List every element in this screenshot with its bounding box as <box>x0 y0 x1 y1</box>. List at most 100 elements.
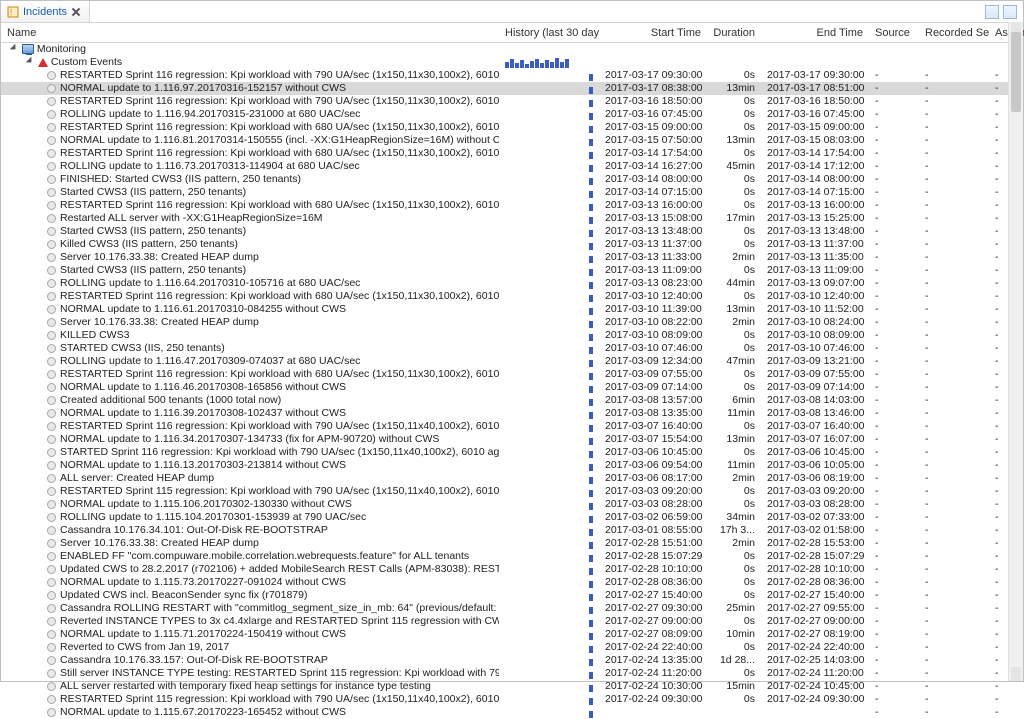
bulb-icon <box>47 539 56 548</box>
table-row[interactable]: Updated CWS to 28.2.2017 (r702106) + add… <box>1 563 1023 576</box>
table-row[interactable]: RESTARTED Sprint 116 regression: Kpi wor… <box>1 199 1023 212</box>
table-row[interactable]: NORMAL update to 1.116.46.20170308-16585… <box>1 381 1023 394</box>
sparkline-icon <box>505 95 593 107</box>
table-row[interactable]: ROLLING update to 1.116.64.20170310-1057… <box>1 277 1023 290</box>
table-row[interactable]: NORMAL update to 1.116.97.20170316-15215… <box>1 82 1023 95</box>
table-row[interactable]: Reverted INSTANCE TYPES to 3x c4.4xlarge… <box>1 615 1023 628</box>
table-row[interactable]: RESTARTED Sprint 116 regression: Kpi wor… <box>1 121 1023 134</box>
bulb-icon <box>47 396 56 405</box>
bulb-icon <box>47 175 56 184</box>
bulb-icon <box>47 526 56 535</box>
event-name: NORMAL update to 1.116.97.20170316-15215… <box>60 82 346 94</box>
table-row[interactable]: Server 10.176.33.38: Created HEAP dump20… <box>1 537 1023 550</box>
sparkline-icon <box>505 212 593 224</box>
table-row[interactable]: NORMAL update to 1.116.81.20170314-15055… <box>1 134 1023 147</box>
table-row[interactable]: RESTARTED Sprint 116 regression: Kpi wor… <box>1 368 1023 381</box>
table-row[interactable]: NORMAL update to 1.115.73.20170227-09102… <box>1 576 1023 589</box>
table-row[interactable]: Cassandra 10.176.34.101: Out-Of-Disk RE-… <box>1 524 1023 537</box>
sparkline-icon <box>505 485 593 497</box>
sparkline-icon <box>505 576 593 588</box>
table-row[interactable]: RESTARTED Sprint 115 regression: Kpi wor… <box>1 693 1023 706</box>
table-row[interactable]: Still server INSTANCE TYPE testing: REST… <box>1 667 1023 680</box>
sparkline-icon <box>505 459 593 471</box>
table-row[interactable]: Restarted ALL server with -XX:G1HeapRegi… <box>1 212 1023 225</box>
table-row[interactable]: KILLED CWS32017-03-10 08:09:000s2017-03-… <box>1 329 1023 342</box>
tree-custom-events[interactable]: Custom Events <box>1 56 1023 69</box>
bulb-icon <box>47 552 56 561</box>
table-row[interactable]: ENABLED FF "com.compuware.mobile.correla… <box>1 550 1023 563</box>
table-row[interactable]: RESTARTED Sprint 116 regression: Kpi wor… <box>1 147 1023 160</box>
header-name[interactable]: Name <box>1 27 499 39</box>
table-row[interactable]: RESTARTED Sprint 115 regression: Kpi wor… <box>1 485 1023 498</box>
table-row[interactable]: ALL server: Created HEAP dump2017-03-06 … <box>1 472 1023 485</box>
table-row[interactable]: NORMAL update to 1.115.106.20170302-1303… <box>1 498 1023 511</box>
toolbar-button-2[interactable] <box>1003 5 1017 19</box>
header-history[interactable]: History (last 30 days) <box>499 27 599 39</box>
table-row[interactable]: STARTED Sprint 116 regression: Kpi workl… <box>1 446 1023 459</box>
bulb-icon <box>47 292 56 301</box>
bulb-icon <box>47 227 56 236</box>
table-row[interactable]: Created additional 500 tenants (1000 tot… <box>1 394 1023 407</box>
scroll-down-icon[interactable] <box>1011 667 1021 681</box>
table-row[interactable]: Killed CWS3 (IIS pattern, 250 tenants)20… <box>1 238 1023 251</box>
bulb-icon <box>47 656 56 665</box>
table-row[interactable]: NORMAL update to 1.116.39.20170308-10243… <box>1 407 1023 420</box>
table-row[interactable]: Cassandra 10.176.33.157: Out-Of-Disk RE-… <box>1 654 1023 667</box>
table-row[interactable]: ROLLING update to 1.116.94.20170315-2310… <box>1 108 1023 121</box>
table-row[interactable]: Started CWS3 (IIS pattern, 250 tenants)2… <box>1 264 1023 277</box>
chevron-down-icon[interactable] <box>27 56 36 65</box>
event-name: ROLLING update to 1.116.47.20170309-0740… <box>60 355 360 367</box>
table-row[interactable]: NORMAL update to 1.115.67.20170223-16545… <box>1 706 1023 719</box>
sparkline-icon <box>505 264 593 276</box>
tabbar: ! Incidents <box>1 1 1023 23</box>
sparkline-icon <box>505 225 593 237</box>
bulb-icon <box>47 136 56 145</box>
table-row[interactable]: NORMAL update to 1.115.71.20170224-15041… <box>1 628 1023 641</box>
sparkline-icon <box>505 472 593 484</box>
sparkline-icon <box>505 277 593 289</box>
header-end[interactable]: End Time <box>761 27 869 39</box>
table-row[interactable]: ROLLING update to 1.115.104.20170301-153… <box>1 511 1023 524</box>
sparkline-icon <box>505 550 593 562</box>
table-row[interactable]: NORMAL update to 1.116.61.20170310-08425… <box>1 303 1023 316</box>
table-row[interactable]: Reverted to CWS from Jan 19, 20172017-02… <box>1 641 1023 654</box>
header-start[interactable]: Start Time <box>599 27 707 39</box>
event-name: Server 10.176.33.38: Created HEAP dump <box>60 316 259 328</box>
table-row[interactable]: ROLLING update to 1.116.73.20170313-1149… <box>1 160 1023 173</box>
bulb-icon <box>47 318 56 327</box>
event-name: KILLED CWS3 <box>60 329 129 341</box>
table-row[interactable]: NORMAL update to 1.116.34.20170307-13473… <box>1 433 1023 446</box>
header-duration[interactable]: Duration <box>707 27 761 39</box>
tab-incidents[interactable]: ! Incidents <box>1 1 90 22</box>
vertical-scrollbar[interactable] <box>1008 22 1023 681</box>
table-row[interactable]: Server 10.176.33.38: Created HEAP dump20… <box>1 251 1023 264</box>
tree-monitoring[interactable]: Monitoring <box>1 43 1023 56</box>
table-row[interactable]: Server 10.176.33.38: Created HEAP dump20… <box>1 316 1023 329</box>
scrollbar-thumb[interactable] <box>1011 32 1021 112</box>
sparkline-icon <box>505 407 593 419</box>
table-row[interactable]: NORMAL update to 1.116.13.20170303-21381… <box>1 459 1023 472</box>
toolbar-button-1[interactable] <box>985 5 999 19</box>
table-row[interactable]: RESTARTED Sprint 116 regression: Kpi wor… <box>1 69 1023 82</box>
event-name: RESTARTED Sprint 116 regression: Kpi wor… <box>60 69 499 81</box>
table-row[interactable]: Started CWS3 (IIS pattern, 250 tenants)2… <box>1 225 1023 238</box>
chevron-down-icon[interactable] <box>11 43 20 52</box>
header-recorded[interactable]: Recorded Sessi... <box>919 27 989 39</box>
event-name: RESTARTED Sprint 116 regression: Kpi wor… <box>60 121 499 133</box>
event-name: NORMAL update to 1.115.67.20170223-16545… <box>60 706 346 718</box>
column-headers: Name History (last 30 days) Start Time D… <box>1 23 1023 43</box>
header-source[interactable]: Source <box>869 27 919 39</box>
event-name: Started CWS3 (IIS pattern, 250 tenants) <box>60 264 246 276</box>
close-icon[interactable] <box>71 7 81 17</box>
table-row[interactable]: RESTARTED Sprint 116 regression: Kpi wor… <box>1 95 1023 108</box>
table-row[interactable]: ROLLING update to 1.116.47.20170309-0740… <box>1 355 1023 368</box>
table-row[interactable]: Started CWS3 (IIS pattern, 250 tenants)2… <box>1 186 1023 199</box>
table-row[interactable]: Updated CWS incl. BeaconSender sync fix … <box>1 589 1023 602</box>
table-row[interactable]: STARTED CWS3 (IIS, 250 tenants)2017-03-1… <box>1 342 1023 355</box>
table-row[interactable]: Cassandra ROLLING RESTART with "commitlo… <box>1 602 1023 615</box>
event-name: Cassandra 10.176.34.101: Out-Of-Disk RE-… <box>60 524 328 536</box>
table-row[interactable]: FINISHED: Started CWS3 (IIS pattern, 250… <box>1 173 1023 186</box>
table-row[interactable]: RESTARTED Sprint 116 regression: Kpi wor… <box>1 290 1023 303</box>
event-name: ROLLING update to 1.116.94.20170315-2310… <box>60 108 360 120</box>
table-row[interactable]: RESTARTED Sprint 116 regression: Kpi wor… <box>1 420 1023 433</box>
